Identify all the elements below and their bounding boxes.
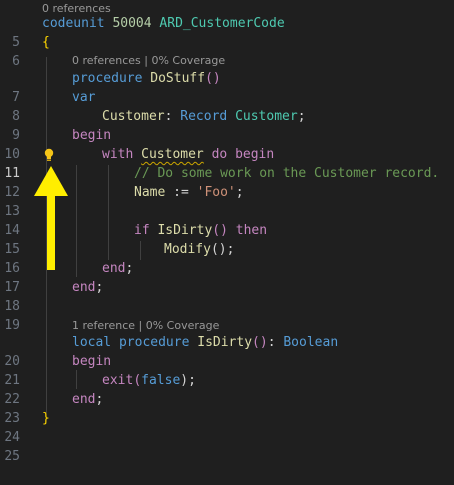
punctuation: ; [297,109,306,124]
keyword: begin [72,354,112,369]
function-call: IsDirty [157,223,213,238]
object-name: ARD_CustomerCode [159,16,285,31]
code-line[interactable]: 10 begin [0,126,454,162]
keyword: end [72,280,96,295]
keyword: procedure [72,71,143,86]
brace: } [42,411,50,426]
procedure-name: IsDirty [197,335,253,350]
code-line[interactable]: 13 Name := 'Foo'; [0,183,454,219]
keyword: exit [102,373,134,388]
code-line[interactable]: 20 local procedure IsDirty(): Boolean [0,333,454,369]
keyword: procedure [118,335,190,350]
comment: // Do some work on the Customer record. [134,166,440,181]
punctuation: : [267,335,284,350]
punctuation: (); [210,242,235,257]
punctuation: : [164,109,181,124]
field-name: Name [134,185,166,200]
keyword: end [102,261,126,276]
lightbulb-icon[interactable] [43,148,55,162]
keyword: local [72,335,112,350]
code-line[interactable]: 5 codeunit 50004 ARD_CustomerCode [0,14,454,50]
procedure-name: DoStuff [150,71,206,86]
paren: () [212,223,228,238]
brace: { [42,35,50,50]
punctuation: ; [235,185,244,200]
paren: ( [133,373,142,388]
object-id: 50004 [112,16,152,31]
code-line[interactable]: 25 [0,428,454,464]
punctuation: ; [125,261,134,276]
code-line[interactable]: 16 Modify(); [0,240,454,276]
line-number: 25 [4,449,20,464]
code-line[interactable]: 8 var [0,88,454,124]
boolean-literal: false [141,373,181,388]
code-editor[interactable]: 0 references 0 references | 0% Coverage … [0,0,454,464]
keyword: if [134,223,150,238]
keyword: Record [180,109,228,124]
keyword: with [102,147,134,162]
code-line[interactable]: 12 // Do some work on the Customer recor… [0,164,454,200]
operator: := [165,185,197,200]
variable: Customer [102,109,165,124]
function-call: Modify [164,242,211,257]
punctuation: ); [180,373,196,388]
code-line[interactable]: 24 } [0,409,454,445]
string-literal: 'Foo' [196,185,236,200]
paren: () [252,335,268,350]
punctuation: ; [95,392,104,407]
keyword: begin [72,128,112,143]
keyword: codeunit [42,16,105,31]
annotation-arrow [34,166,68,270]
type-name: Boolean [283,335,339,350]
code-line[interactable]: 22 exit(false); [0,371,454,407]
codelens-dostuff[interactable]: 0 references | 0% Coverage [72,52,225,69]
code-line[interactable]: 15 if IsDirty() then [0,221,454,257]
keyword: then [235,223,268,238]
code-line[interactable]: 7 procedure DoStuff() [0,69,454,105]
warning-squiggle[interactable]: Customer [141,147,204,162]
type-name: Customer [235,109,298,124]
code-line[interactable]: 19 [0,297,454,333]
keyword: end [72,392,96,407]
code-line[interactable]: 6 { [0,33,454,69]
code-line[interactable]: 18 end; [0,278,454,314]
code-line[interactable]: 14 [0,202,454,238]
code-line[interactable]: 17 end; [0,259,454,295]
code-line-active[interactable]: 11 with Customer do begin [0,145,454,181]
code-line[interactable]: 21 begin [0,352,454,388]
code-line[interactable]: 9 Customer: Record Customer; [0,107,454,143]
code-line[interactable]: 23 end; [0,390,454,426]
keyword: do [211,147,228,162]
codelens-isdirty[interactable]: 1 reference | 0% Coverage [72,317,219,334]
keyword: begin [235,147,275,162]
paren: () [205,71,221,86]
keyword: var [72,90,96,105]
punctuation: ; [95,280,104,295]
